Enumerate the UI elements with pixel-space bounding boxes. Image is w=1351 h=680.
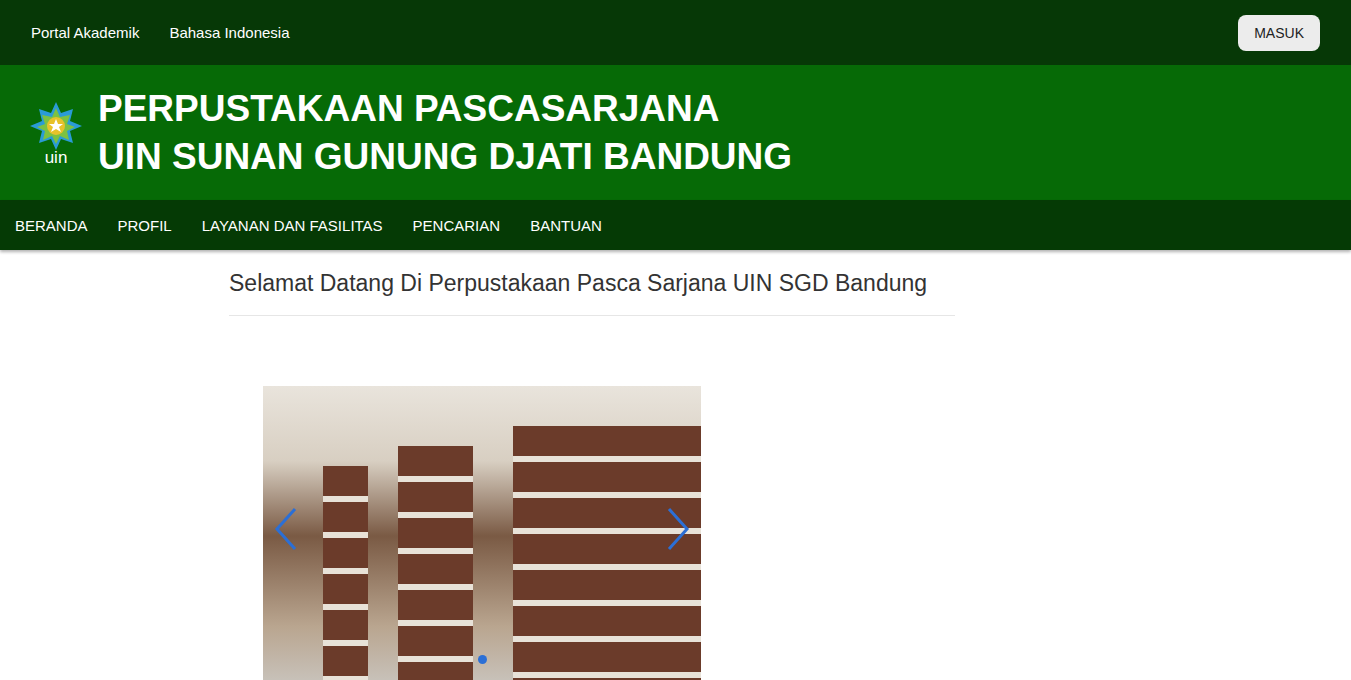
header: uin PERPUSTAKAAN PASCASARJANAUIN SUNAN G…: [0, 65, 1351, 200]
title-line: PERPUSTAKAAN PASCASARJANA: [98, 85, 792, 133]
nav-item[interactable]: BERANDA: [15, 217, 88, 234]
library-photo: [263, 386, 701, 680]
site-title: PERPUSTAKAAN PASCASARJANAUIN SUNAN GUNUN…: [98, 85, 792, 181]
chevron-right-icon: [665, 506, 691, 552]
carousel-indicators: [263, 655, 701, 664]
nav-item[interactable]: PROFIL: [118, 217, 172, 234]
title-line: UIN SUNAN GUNUNG DJATI BANDUNG: [98, 133, 792, 181]
carousel-indicator[interactable]: [478, 655, 487, 664]
page: Portal Akademik Bahasa Indonesia MASUK ui…: [0, 0, 1351, 680]
top-bar: Portal Akademik Bahasa Indonesia MASUK: [0, 0, 1351, 65]
top-link[interactable]: Portal Akademik: [31, 24, 139, 41]
nav-item[interactable]: PENCARIAN: [413, 217, 501, 234]
carousel-next-button[interactable]: [665, 506, 691, 555]
logo[interactable]: uin: [24, 100, 88, 166]
star-logo-icon: [25, 100, 87, 152]
logo-text: uin: [45, 150, 68, 166]
nav-item[interactable]: LAYANAN DAN FASILITAS: [202, 217, 383, 234]
chevron-left-icon: [273, 506, 299, 552]
top-link[interactable]: Bahasa Indonesia: [169, 24, 289, 41]
welcome-heading: Selamat Datang Di Perpustakaan Pasca Sar…: [229, 250, 955, 316]
main-content: Selamat Datang Di Perpustakaan Pasca Sar…: [229, 250, 955, 680]
main-nav: BERANDA PROFIL LAYANAN DAN FASILITAS PENCAR…: [0, 200, 1351, 250]
nav-item[interactable]: BANTUAN: [530, 217, 602, 234]
carousel-prev-button[interactable]: [273, 506, 299, 555]
carousel: [263, 386, 701, 680]
login-button[interactable]: MASUK: [1238, 15, 1320, 51]
